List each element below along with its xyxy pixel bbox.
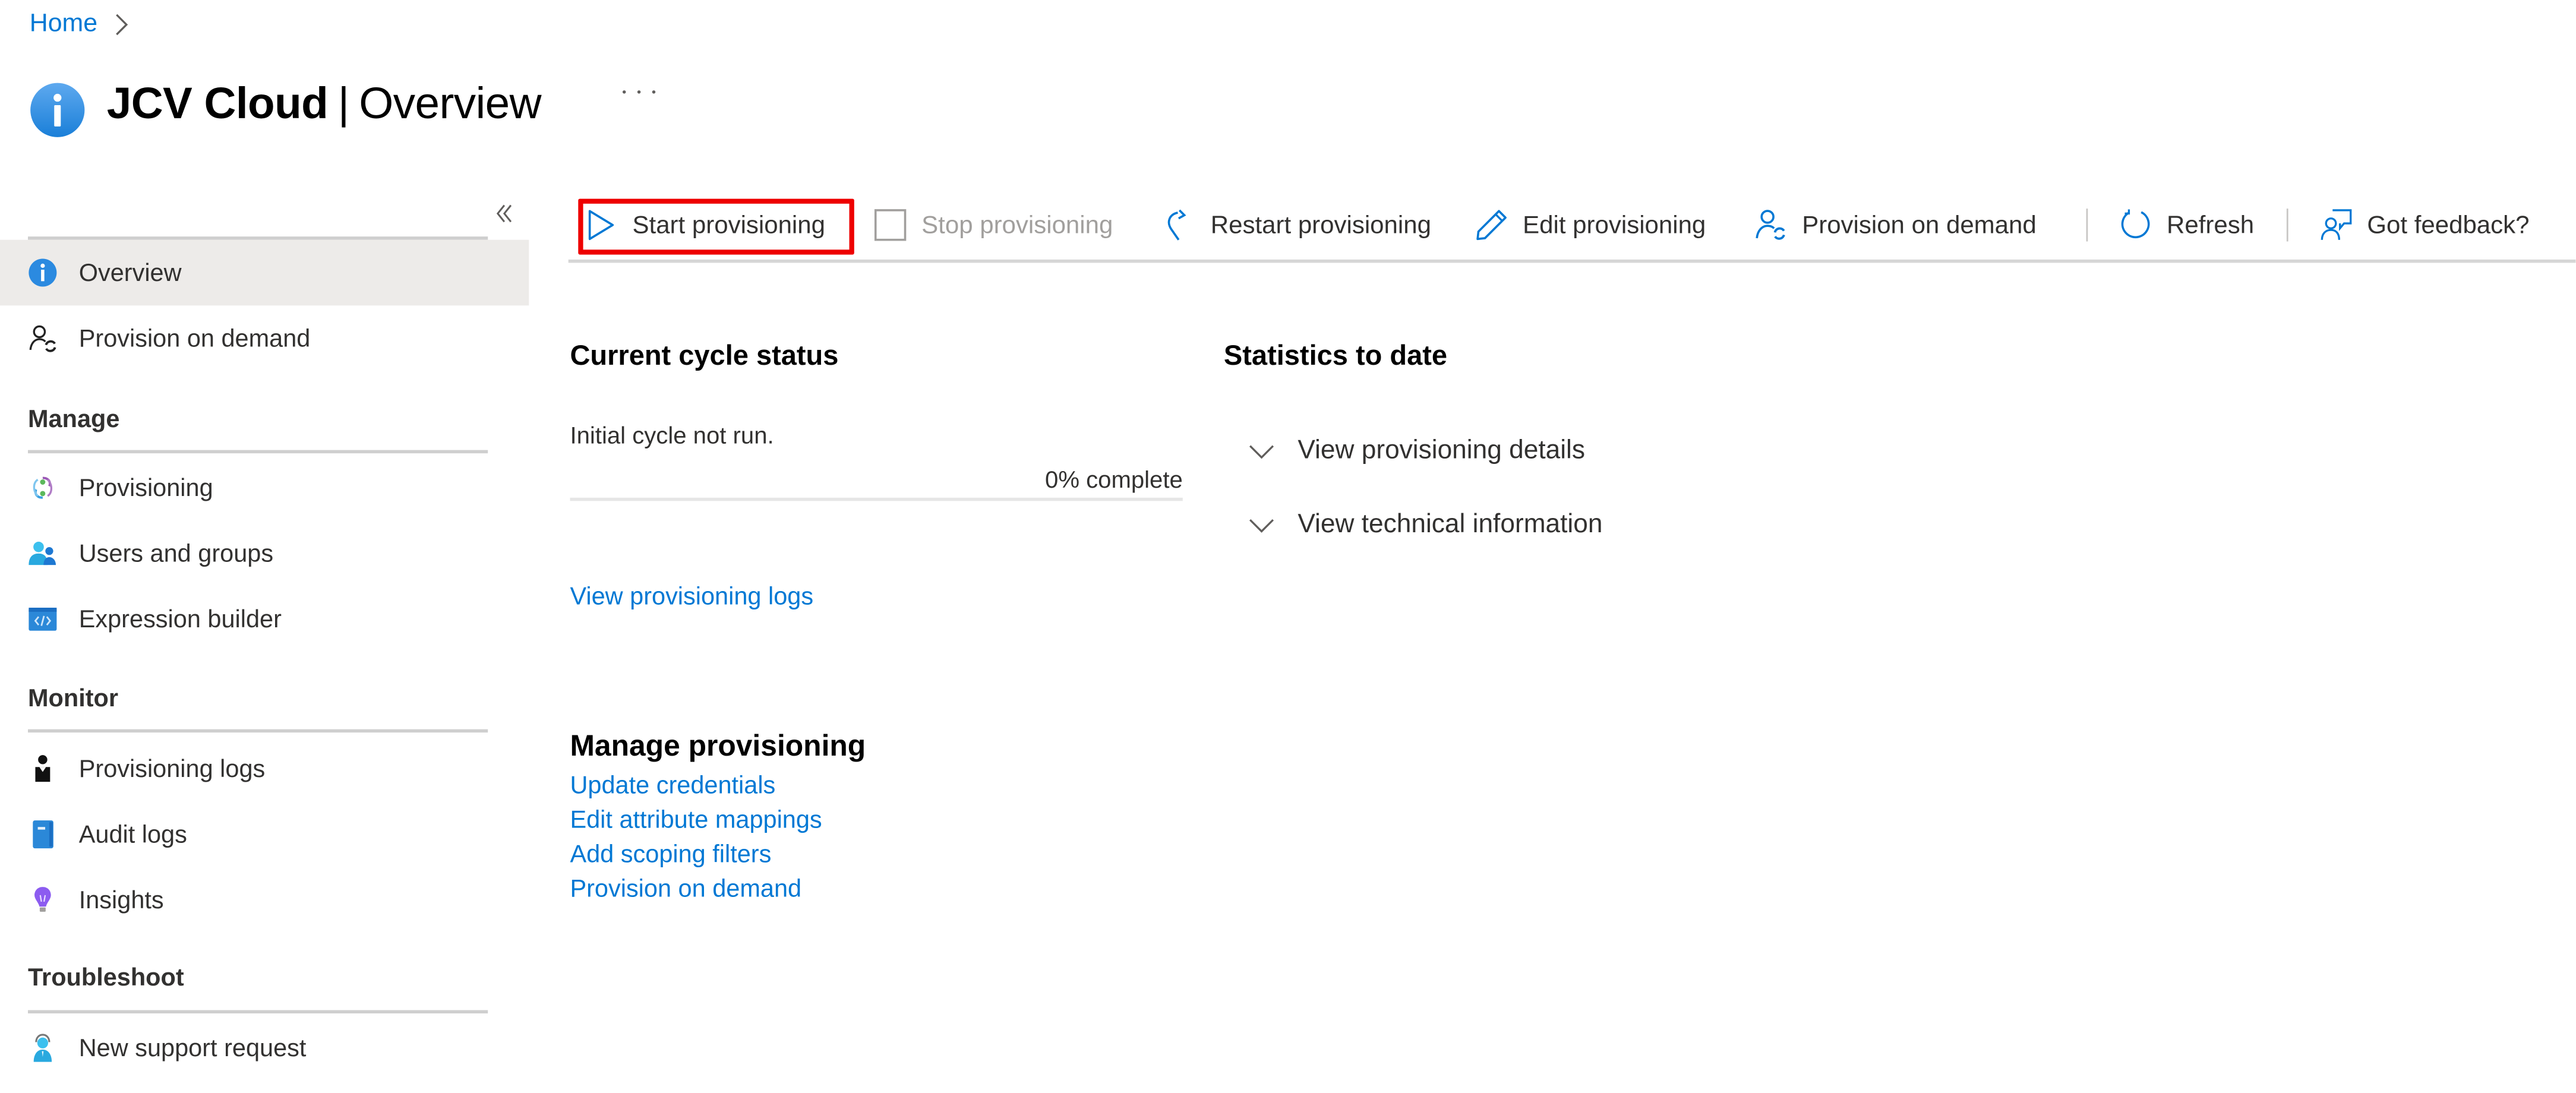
sidebar-item-overview[interactable]: Overview — [0, 239, 529, 306]
restart-provisioning-label: Restart provisioning — [1210, 211, 1431, 239]
view-provisioning-logs-link[interactable]: View provisioning logs — [570, 583, 813, 611]
sidebar-item-provisioning-logs[interactable]: Provisioning logs — [0, 736, 529, 802]
expander-label: View technical information — [1298, 510, 1603, 539]
sidebar-item-audit-logs[interactable]: Audit logs — [0, 801, 529, 867]
manage-provisioning-title: Manage provisioning — [570, 729, 866, 762]
edit-attribute-mappings-link[interactable]: Edit attribute mappings — [570, 803, 822, 838]
edit-provisioning-button[interactable]: Edit provisioning — [1475, 199, 1706, 251]
got-feedback-button[interactable]: Got feedback? — [2319, 199, 2530, 251]
got-feedback-label: Got feedback? — [2367, 211, 2530, 239]
sidebar-divider — [28, 1010, 488, 1013]
restart-provisioning-button[interactable]: Restart provisioning — [1163, 199, 1431, 251]
page-title-section: Overview — [359, 78, 541, 128]
users-groups-icon — [28, 539, 58, 568]
sidebar-item-provisioning[interactable]: Provisioning — [0, 455, 529, 521]
sidebar-item-label: Insights — [78, 886, 164, 914]
sidebar-item-label: Expression builder — [78, 605, 282, 633]
edit-provisioning-label: Edit provisioning — [1523, 211, 1706, 239]
manage-provisioning-links: Update credentials Edit attribute mappin… — [570, 769, 822, 906]
sidebar-item-label: Overview — [78, 258, 182, 287]
command-bar: Start provisioning Stop provisioning Res… — [569, 192, 2576, 261]
sidebar-item-new-support-request[interactable]: New support request — [0, 1015, 529, 1081]
refresh-icon — [2119, 209, 2152, 241]
current-cycle-title: Current cycle status — [570, 340, 839, 371]
chevron-down-icon — [1249, 519, 1274, 533]
sidebar-item-provision-on-demand[interactable]: Provision on demand — [0, 305, 529, 371]
stop-square-icon — [874, 209, 907, 241]
play-icon — [585, 209, 617, 241]
sidebar-divider — [28, 236, 488, 239]
sidebar-item-label: Provisioning — [78, 473, 213, 502]
stop-provisioning-label: Stop provisioning — [921, 211, 1113, 239]
start-provisioning-label: Start provisioning — [632, 211, 825, 239]
refresh-button[interactable]: Refresh — [2119, 199, 2254, 251]
sidebar-divider — [28, 729, 488, 732]
feedback-icon — [2319, 209, 2352, 241]
start-provisioning-button[interactable]: Start provisioning — [585, 199, 825, 251]
view-provisioning-details-expander[interactable]: View provisioning details — [1248, 437, 1585, 466]
sidebar-item-users-and-groups[interactable]: Users and groups — [0, 521, 529, 587]
sidebar-divider — [28, 450, 488, 453]
add-scoping-filters-link[interactable]: Add scoping filters — [570, 838, 822, 872]
statistics-title: Statistics to date — [1223, 340, 1448, 371]
code-window-icon — [28, 605, 58, 634]
chevron-right-icon — [116, 14, 129, 36]
page-title-separator: | — [337, 78, 349, 128]
breadcrumb-home-link[interactable]: Home — [30, 10, 97, 40]
progress-bar — [570, 497, 1183, 501]
pencil-icon — [1475, 209, 1508, 241]
info-icon — [30, 83, 85, 137]
sidebar-group-monitor: Monitor — [28, 685, 119, 713]
sidebar-item-insights[interactable]: Insights — [0, 867, 529, 933]
provision-on-demand-link[interactable]: Provision on demand — [570, 872, 822, 906]
update-credentials-link[interactable]: Update credentials — [570, 769, 822, 803]
view-technical-information-expander[interactable]: View technical information — [1248, 511, 1602, 541]
lightbulb-icon — [28, 885, 58, 915]
provision-on-demand-button[interactable]: Provision on demand — [1754, 199, 2037, 251]
sidebar-group-troubleshoot: Troubleshoot — [28, 964, 184, 993]
toolbar-separator — [2086, 209, 2088, 242]
more-ellipsis-icon[interactable] — [622, 79, 656, 105]
book-icon — [28, 820, 58, 849]
azure-portal-page: Home JCV Cloud | Overview Overview Provi… — [0, 0, 2576, 1092]
person-log-icon — [28, 754, 58, 784]
user-sync-icon — [1754, 209, 1787, 241]
expander-label: View provisioning details — [1298, 437, 1586, 465]
chevron-down-icon — [1249, 445, 1274, 459]
sidebar-item-expression-builder[interactable]: Expression builder — [0, 586, 529, 652]
breadcrumb: Home — [30, 10, 132, 40]
page-header: JCV Cloud | Overview — [30, 69, 542, 138]
restart-arrow-icon — [1163, 209, 1196, 241]
toolbar-divider — [568, 259, 2576, 263]
sidebar-item-label: Audit logs — [78, 820, 187, 849]
double-chevron-left-icon[interactable] — [491, 200, 517, 226]
provisioning-cycle-icon — [28, 473, 58, 503]
info-icon — [28, 258, 58, 288]
user-sync-icon — [28, 324, 58, 353]
toolbar-separator — [2286, 209, 2288, 242]
sidebar-item-label: Provisioning logs — [78, 754, 266, 783]
sidebar-item-label: New support request — [78, 1034, 307, 1062]
progress-label: 0% complete — [1045, 468, 1183, 495]
sidebar-item-label: Provision on demand — [78, 324, 311, 353]
cycle-status-text: Initial cycle not run. — [570, 424, 774, 450]
page-title: JCV Cloud | Overview — [106, 78, 542, 129]
page-title-app: JCV Cloud — [106, 78, 329, 128]
sidebar-item-label: Users and groups — [78, 539, 274, 568]
refresh-label: Refresh — [2167, 211, 2255, 239]
support-agent-icon — [28, 1033, 58, 1063]
provision-on-demand-label: Provision on demand — [1802, 211, 2037, 239]
stop-provisioning-button[interactable]: Stop provisioning — [874, 199, 1113, 251]
sidebar-group-manage: Manage — [28, 405, 120, 434]
